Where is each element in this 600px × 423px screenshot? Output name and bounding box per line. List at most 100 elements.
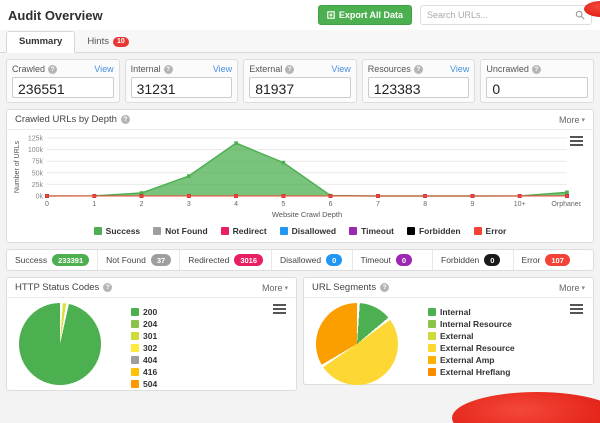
legend-item[interactable]: Internal [428,307,515,317]
legend-label: 416 [143,367,157,377]
status-count-pill: 0 [396,254,412,266]
legend-label: Not Found [165,226,207,236]
page-title: Audit Overview [8,8,103,23]
svg-text:0: 0 [45,201,49,208]
legend-item[interactable]: External [428,331,515,341]
view-resources-link[interactable]: View [450,64,469,74]
svg-text:5: 5 [281,201,285,208]
url-segments-more-link[interactable]: More▾ [559,283,585,293]
legend-label: Redirect [233,226,267,236]
status-count-pill: 107 [545,254,570,266]
legend-label: 302 [143,343,157,353]
svg-text:3: 3 [187,201,191,208]
chart-menu-icon[interactable] [570,304,583,316]
tab-bar: Summary Hints 10 [0,30,600,53]
legend-label: Disallowed [292,226,336,236]
help-icon[interactable]: ? [414,65,423,74]
svg-text:100k: 100k [28,147,44,154]
legend-swatch [280,227,288,235]
help-icon[interactable]: ? [103,283,112,292]
legend-item[interactable]: Not Found [153,226,207,236]
legend-label: Internal Resource [440,319,512,329]
legend-item[interactable]: 204 [131,319,157,329]
legend-swatch [428,308,436,316]
view-crawled-link[interactable]: View [94,64,113,74]
help-icon[interactable]: ? [532,65,541,74]
legend-label: 200 [143,307,157,317]
legend-label: Timeout [361,226,394,236]
crawl-depth-panel-header: Crawled URLs by Depth? More▾ [7,110,593,130]
help-icon[interactable]: ? [380,283,389,292]
status-cell-error: Error107 [514,250,594,270]
legend-item[interactable]: External Resource [428,343,515,353]
svg-text:9: 9 [471,201,475,208]
card-external-label: External [249,64,282,74]
legend-item[interactable]: Error [474,226,507,236]
tab-summary[interactable]: Summary [6,31,75,53]
http-status-chart-area: 200 204 301 302 404 416 504 [7,298,296,390]
legend-item[interactable]: 200 [131,307,157,317]
legend-item[interactable]: Timeout [349,226,394,236]
card-internal-value: 31231 [131,77,233,98]
help-icon[interactable]: ? [121,115,130,124]
card-uncrawled-value: 0 [486,77,588,98]
legend-item[interactable]: Redirect [221,226,267,236]
legend-swatch [131,380,139,388]
tab-hints[interactable]: Hints 10 [75,32,140,52]
hints-count-badge: 10 [113,37,129,47]
legend-label: 204 [143,319,157,329]
legend-item[interactable]: 301 [131,331,157,341]
status-label: Timeout [361,255,391,265]
main-content: Crawled?View 236551 Internal?View 31231 … [0,53,600,397]
help-icon[interactable]: ? [48,65,57,74]
card-external: External?View 81937 [243,59,357,103]
stat-cards-row: Crawled?View 236551 Internal?View 31231 … [6,59,594,103]
search-input[interactable] [427,10,575,20]
legend-item[interactable]: Success [94,226,141,236]
svg-text:125k: 125k [28,136,44,143]
legend-swatch [349,227,357,235]
help-icon[interactable]: ? [164,65,173,74]
status-label: Success [15,255,47,265]
legend-item[interactable]: External Amp [428,355,515,365]
svg-text:10+: 10+ [514,201,526,208]
more-label: More [559,115,580,125]
search-box [420,5,592,25]
card-uncrawled: Uncrawled? 0 [480,59,594,103]
status-cell-not-found: Not Found37 [98,250,180,270]
status-count-pill: 3016 [234,254,263,266]
legend-swatch [131,344,139,352]
legend-item[interactable]: 302 [131,343,157,353]
card-internal-label: Internal [131,64,161,74]
card-crawled-value: 236551 [12,77,114,98]
legend-item[interactable]: Forbidden [407,226,461,236]
legend-label: External Resource [440,343,515,353]
chart-menu-icon[interactable] [273,304,286,316]
status-count-pill: 0 [484,254,500,266]
export-all-data-button[interactable]: Export All Data [318,5,412,25]
legend-item[interactable]: Internal Resource [428,319,515,329]
legend-label: 404 [143,355,157,365]
crawl-depth-more-link[interactable]: More▾ [559,115,585,125]
help-icon[interactable]: ? [285,65,294,74]
http-status-pie-chart [19,303,101,385]
legend-item[interactable]: External Hreflang [428,367,515,377]
view-internal-link[interactable]: View [213,64,232,74]
chart-menu-icon[interactable] [570,136,583,148]
legend-item[interactable]: 416 [131,367,157,377]
legend-swatch [94,227,102,235]
tab-summary-label: Summary [19,36,62,47]
legend-item[interactable]: 504 [131,379,157,389]
crawl-depth-panel: Crawled URLs by Depth? More▾ 0k25k50k75k… [6,109,594,243]
status-label: Redirected [188,255,229,265]
legend-item[interactable]: 404 [131,355,157,365]
card-resources: Resources?View 123383 [362,59,476,103]
view-external-link[interactable]: View [331,64,350,74]
http-status-more-link[interactable]: More▾ [262,283,288,293]
crawl-depth-legend: Success Not Found Redirect Disallowed Timeou… [11,225,589,242]
chevron-down-icon: ▾ [284,284,288,292]
more-label: More [559,283,580,293]
legend-item[interactable]: Disallowed [280,226,336,236]
crawl-depth-chart-area: 0k25k50k75k100k125k012345678910+Orphaned… [7,130,593,242]
legend-swatch [474,227,482,235]
